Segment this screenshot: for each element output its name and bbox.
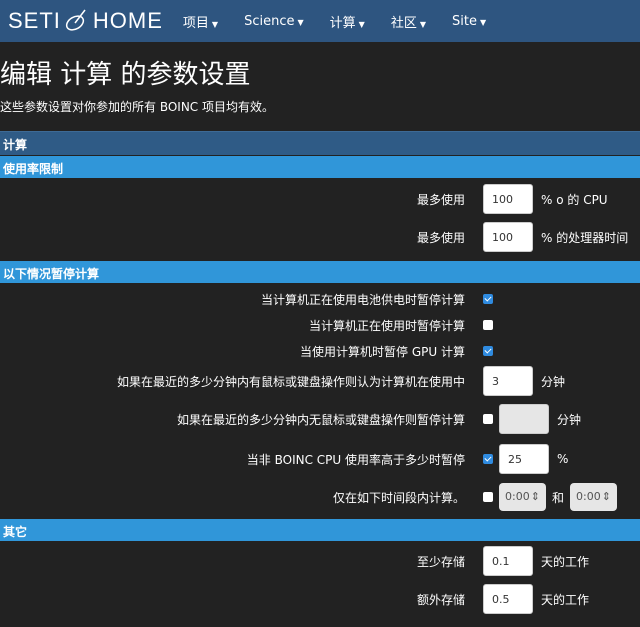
nav-science[interactable]: Science ▼: [244, 14, 304, 29]
gpu-checkbox[interactable]: [483, 346, 493, 356]
caret-down-icon: ▼: [358, 19, 365, 29]
unit-label: 天的工作: [541, 554, 590, 569]
end-time-select[interactable]: 0:00 ⇕: [570, 483, 618, 511]
navbar: SETI HOME 项目 ▼ Science ▼ 计算 ▼ 社区 ▼ Site ▼: [0, 0, 640, 42]
unit-label: % 的处理器时间: [541, 230, 629, 245]
time-range-row: 仅在如下时间段内计算。 0:00 ⇕ 和 0:00 ⇕: [0, 478, 640, 516]
field-label: 当非 BOINC CPU 使用率高于多少时暂停: [246, 452, 465, 467]
field-label: 当使用计算机时暂停 GPU 计算: [300, 344, 465, 359]
field-label: 当计算机正在使用电池供电时暂停计算: [260, 292, 465, 307]
updown-icon: ⇕: [601, 490, 612, 503]
caret-down-icon: ▼: [479, 17, 487, 27]
field-label: 额外存储: [416, 592, 465, 607]
page-title: 编辑 计算 的参数设置: [0, 60, 251, 90]
and-label: 和: [552, 490, 565, 505]
nav-site[interactable]: Site ▼: [452, 14, 486, 29]
max-cpu-row: 最多使用 100 % o 的 CPU: [0, 180, 640, 218]
battery-row: 当计算机正在使用电池供电时暂停计算: [0, 286, 640, 312]
in-use-checkbox[interactable]: [483, 320, 493, 330]
unit-label: 天的工作: [541, 592, 590, 607]
nav-label: Science: [244, 13, 295, 29]
cpu-time-input[interactable]: 100: [483, 222, 533, 252]
select-value: 0:00: [576, 490, 601, 503]
in-use-row: 当计算机正在使用时暂停计算: [0, 312, 640, 338]
min-buffer-input[interactable]: 0.1: [483, 546, 533, 576]
cpu-threshold-checkbox[interactable]: [483, 454, 493, 464]
field-label: 仅在如下时间段内计算。: [332, 490, 465, 505]
caret-down-icon: ▼: [297, 17, 304, 27]
start-time-select[interactable]: 0:00 ⇕: [499, 483, 546, 511]
unit-label: 分钟: [541, 374, 566, 389]
cpu-threshold-row: 当非 BOINC CPU 使用率高于多少时暂停 25%: [0, 440, 640, 478]
subsection-other: 其它: [0, 518, 640, 541]
dish-icon: [65, 9, 86, 31]
field-label: 如果在最近的多少分钟内有鼠标或键盘操作则认为计算机在使用中: [116, 374, 465, 389]
caret-down-icon: ▼: [419, 19, 426, 29]
unit-label: %: [557, 452, 569, 466]
min-buffer-row: 至少存储 0.1 天的工作: [0, 542, 640, 580]
subsection-suspend: 以下情况暂停计算: [0, 260, 640, 283]
idle-minutes-input[interactable]: 3: [483, 366, 533, 396]
field-label: 当计算机正在使用时暂停计算: [308, 318, 465, 333]
caret-down-icon: ▼: [211, 19, 219, 29]
nav-label: Site: [451, 13, 477, 29]
updown-icon: ⇕: [530, 490, 540, 503]
field-label: 至少存储: [416, 554, 465, 569]
field-label: 如果在最近的多少分钟内无鼠标或键盘操作则暂停计算: [176, 412, 465, 427]
no-input-row: 如果在最近的多少分钟内无鼠标或键盘操作则暂停计算 分钟: [0, 398, 640, 440]
field-label: 最多使用: [416, 192, 465, 207]
cpu-threshold-input[interactable]: 25: [499, 444, 549, 474]
idle-row: 如果在最近的多少分钟内有鼠标或键盘操作则认为计算机在使用中 3 分钟: [0, 364, 640, 398]
seti-logo[interactable]: SETI HOME: [8, 7, 163, 35]
nav-community[interactable]: 社区 ▼: [391, 12, 426, 31]
unit-label: 分钟: [557, 412, 582, 427]
section-computing: 计算: [0, 131, 640, 155]
nav-computing[interactable]: 计算 ▼: [330, 12, 365, 31]
subsection-usage-limits: 使用率限制: [0, 155, 640, 178]
max-cpus-input[interactable]: 100: [483, 184, 533, 214]
page-subtitle: 这些参数设置对你参加的所有 BOINC 项目均有效。: [0, 100, 274, 114]
nav-label: 计算: [329, 15, 356, 31]
no-input-checkbox[interactable]: [483, 414, 493, 424]
nav-projects[interactable]: 项目 ▼: [183, 12, 218, 31]
nav-label: 社区: [390, 15, 417, 31]
time-range-checkbox[interactable]: [483, 492, 493, 502]
extra-buffer-row: 额外存储 0.5 天的工作: [0, 580, 640, 618]
gpu-row: 当使用计算机时暂停 GPU 计算: [0, 338, 640, 364]
extra-buffer-input[interactable]: 0.5: [483, 584, 533, 614]
field-label: 最多使用: [416, 230, 465, 245]
cpu-time-row: 最多使用 100 % 的处理器时间: [0, 218, 640, 256]
nav-label: 项目: [182, 15, 209, 31]
no-input-minutes-input[interactable]: [499, 404, 549, 434]
select-value: 0:00: [505, 490, 530, 503]
battery-checkbox[interactable]: [483, 294, 493, 304]
unit-label: % o 的 CPU: [541, 192, 608, 207]
